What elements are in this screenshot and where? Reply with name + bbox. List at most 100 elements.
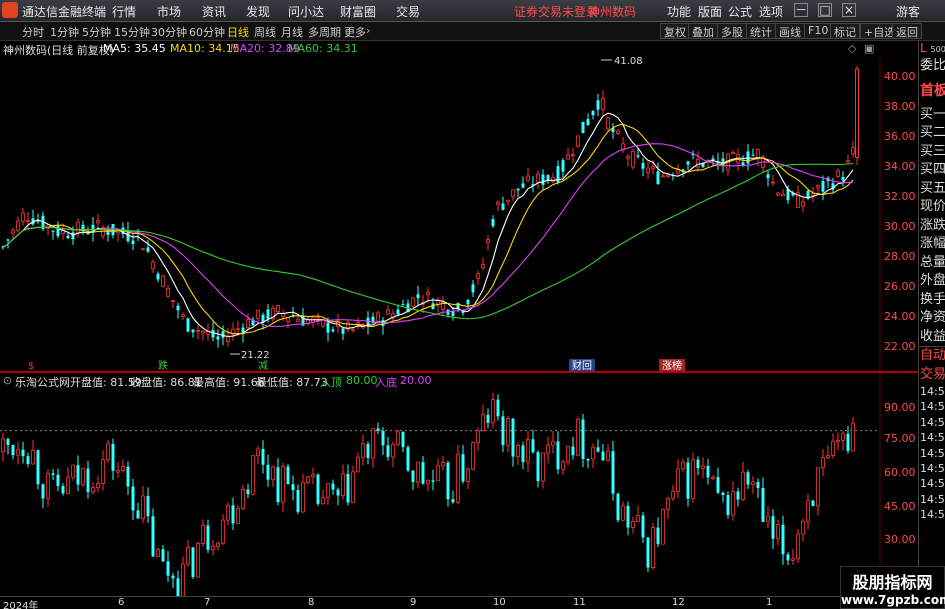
price-tick: 32.00	[884, 190, 916, 203]
menu-function[interactable]: 功能	[667, 3, 691, 20]
indicator-bar	[86, 468, 90, 492]
menu-ask[interactable]: 问小达	[288, 3, 324, 20]
close-button[interactable]: ×	[842, 3, 856, 17]
multi-stock-button[interactable]: 多股	[717, 23, 747, 39]
indicator-bar	[381, 430, 385, 446]
indicator-bar	[206, 525, 210, 550]
indicator-bar	[711, 476, 715, 480]
candle-body	[516, 188, 520, 191]
collapse-icon[interactable]: ▣	[864, 42, 874, 55]
indicator-name[interactable]: 乐淘公式网	[15, 374, 70, 390]
menu-wealth[interactable]: 财富圈	[340, 3, 376, 20]
indicator-low: 最低值: 87.73	[256, 376, 328, 389]
indicator-bar	[346, 473, 350, 503]
menu-market[interactable]: 市场	[157, 3, 181, 20]
tab-weekly[interactable]: 周线	[254, 24, 276, 40]
indicator-bar	[61, 486, 65, 494]
indicator-bottom-label: 入底	[375, 376, 397, 389]
candle-body	[571, 154, 575, 157]
candle-body	[211, 329, 215, 338]
indicator-bar	[496, 399, 500, 417]
maximize-button[interactable]: □	[818, 3, 832, 17]
trade-label[interactable]: 交易	[919, 366, 945, 385]
tab-1min[interactable]: 1分钟	[50, 24, 79, 40]
indicator-top-label: 入顶	[320, 376, 342, 389]
indicator-bar	[391, 443, 395, 458]
tab-monthly[interactable]: 月线	[281, 24, 303, 40]
indicator-bar	[191, 547, 195, 578]
tab-5min[interactable]: 5分钟	[82, 24, 111, 40]
indicator-bar	[411, 470, 415, 483]
indicator-bar	[731, 490, 735, 516]
indicator-bar	[421, 462, 425, 484]
menu-news[interactable]: 资讯	[202, 3, 226, 20]
indicator-bar	[241, 488, 245, 509]
menu-trade[interactable]: 交易	[396, 3, 420, 20]
date-label: 7	[204, 597, 211, 608]
guest-label[interactable]: 游客	[896, 3, 920, 20]
indicator-bar	[841, 433, 845, 441]
indicator-bar	[736, 491, 740, 500]
tab-15min[interactable]: 15分钟	[114, 24, 150, 40]
auto-label[interactable]: 自动	[919, 346, 945, 366]
candle-body	[226, 335, 230, 343]
candle-body	[636, 155, 640, 157]
overlay-button[interactable]: 叠加	[688, 23, 718, 39]
stock-name-title: 神州数码	[588, 5, 637, 19]
indicator-bar	[826, 454, 830, 458]
menu-quotes[interactable]: 行情	[112, 3, 136, 20]
tab-30min[interactable]: 30分钟	[151, 24, 187, 40]
indicator-bar	[501, 416, 505, 446]
candle-body	[766, 174, 770, 179]
price-tick: 34.00	[884, 160, 916, 173]
indicator-bar	[116, 470, 120, 473]
indicator-settings-icon[interactable]: ⊙	[3, 374, 12, 387]
tab-intraday[interactable]: 分时	[22, 24, 44, 40]
indicator-bar	[136, 510, 140, 519]
tab-60min[interactable]: 60分钟	[189, 24, 225, 40]
candle-body	[855, 68, 859, 158]
minimize-button[interactable]: －	[794, 3, 808, 17]
menu-options[interactable]: 选项	[759, 3, 783, 20]
candle-body	[161, 275, 165, 288]
restore-right-button[interactable]: 复权	[660, 23, 690, 39]
indicator-bar	[91, 487, 95, 493]
indicator-bar	[791, 558, 795, 561]
menu-formula[interactable]: 公式	[728, 3, 752, 20]
candle-body	[76, 221, 80, 234]
indicator-bar	[376, 428, 380, 431]
candle-body	[21, 212, 25, 222]
tab-daily[interactable]: 日线	[227, 24, 249, 40]
menu-discover[interactable]: 发现	[246, 3, 270, 20]
back-button[interactable]: 返回	[892, 23, 922, 39]
tick-time: 14:50	[920, 385, 945, 398]
menu-layout[interactable]: 版面	[698, 3, 722, 20]
indicator-bar	[101, 459, 105, 484]
tab-more[interactable]: 更多	[344, 24, 366, 40]
indicator-close: 收盘值: 86.81	[130, 376, 202, 389]
statistics-button[interactable]: 统计	[746, 23, 776, 39]
indicator-bar	[201, 525, 205, 544]
indicator-bar	[11, 445, 15, 456]
first-board-label: 首板	[920, 82, 945, 99]
indicator-bar	[126, 466, 130, 487]
chevron-right-icon[interactable]: ›	[366, 24, 370, 37]
candle-body	[506, 199, 510, 202]
draw-line-button[interactable]: 画线	[775, 23, 805, 39]
kline-chart[interactable]: 41.0821.22$ 跌减财回 涨榜	[0, 41, 918, 596]
candle-body	[476, 273, 480, 279]
candle-body	[746, 151, 750, 164]
candle-body	[151, 261, 155, 270]
login-status[interactable]: 证券交易未登录	[514, 3, 598, 20]
candle-body	[581, 121, 585, 134]
f10-button[interactable]: F10	[804, 23, 833, 39]
tab-multi-period[interactable]: 多周期	[308, 24, 341, 40]
indicator-bar	[306, 476, 310, 483]
indicator-bar	[511, 418, 515, 457]
indicator-bar	[546, 444, 550, 454]
mark-button[interactable]: 标记	[830, 23, 860, 39]
indicator-bar	[831, 440, 835, 456]
indicator-bar	[321, 497, 325, 505]
high-price-label: 41.08	[614, 56, 643, 67]
settings-icon[interactable]: ◇	[848, 42, 856, 55]
